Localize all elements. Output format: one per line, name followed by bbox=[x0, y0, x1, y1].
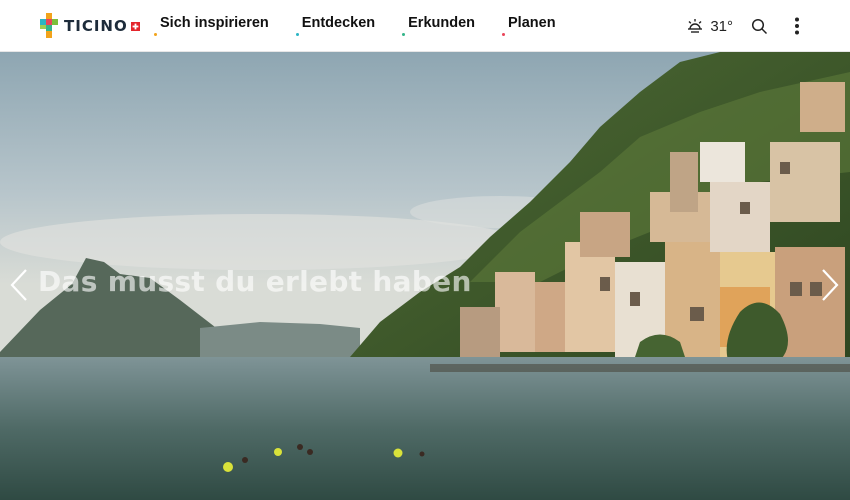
nav-item-label: Planen bbox=[508, 15, 556, 31]
nav-item-erkunden[interactable]: Erkunden bbox=[402, 0, 476, 52]
nav-item-label: Sich inspirieren bbox=[160, 15, 269, 31]
site-header: TICINO Sich inspirieren Entdecken Erkund… bbox=[0, 0, 850, 52]
slider-prev-button[interactable] bbox=[6, 266, 34, 304]
nav-item-entdecken[interactable]: Entdecken bbox=[295, 0, 376, 52]
slider-next-button[interactable] bbox=[815, 266, 843, 304]
ticino-logo-icon bbox=[40, 13, 58, 38]
main-navigation: Sich inspirieren Entdecken Erkunden Plan… bbox=[154, 0, 589, 52]
weather-temperature: 31° bbox=[710, 17, 733, 35]
hero-headline: Das musst du erlebt haben bbox=[38, 265, 472, 298]
more-menu-button[interactable] bbox=[794, 17, 800, 35]
ticino-logo[interactable]: TICINO bbox=[38, 12, 140, 40]
logo-text: TICINO bbox=[64, 17, 128, 35]
search-icon bbox=[751, 18, 768, 34]
more-vertical-icon bbox=[795, 17, 799, 35]
header-tools: 31° bbox=[686, 0, 800, 52]
search-button[interactable] bbox=[751, 18, 768, 35]
nav-item-planen[interactable]: Planen bbox=[502, 0, 556, 52]
sun-icon bbox=[688, 19, 703, 33]
nav-dot bbox=[154, 33, 157, 36]
nav-item-label: Entdecken bbox=[301, 15, 376, 31]
nav-item-sich-inspirieren[interactable]: Sich inspirieren bbox=[154, 0, 269, 52]
weather-widget[interactable]: 31° bbox=[686, 17, 733, 35]
hero-slider: Das musst du erlebt haben bbox=[0, 52, 850, 500]
chevron-right-icon bbox=[822, 269, 839, 301]
nav-dot bbox=[295, 33, 299, 36]
chevron-left-icon bbox=[10, 269, 27, 301]
nav-dot bbox=[402, 33, 406, 36]
nav-item-label: Erkunden bbox=[408, 15, 476, 31]
swiss-flag-icon bbox=[130, 21, 140, 31]
nav-dot bbox=[502, 33, 506, 36]
